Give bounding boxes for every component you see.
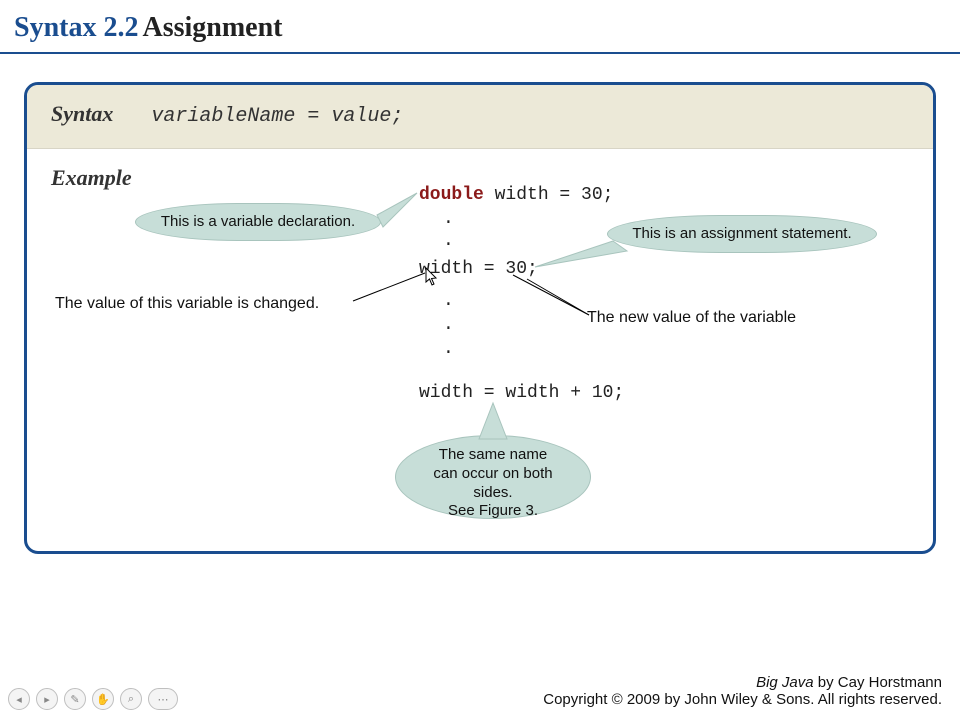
title-main: Assignment bbox=[142, 12, 282, 43]
callout-both-sides-l2: can occur on both sides. bbox=[433, 465, 552, 501]
code-dot-3: . bbox=[443, 291, 454, 311]
example-body: Example double width = 30; . . width = 3… bbox=[27, 149, 933, 554]
callout-both-sides-l3: See Figure 3. bbox=[448, 502, 538, 519]
hand-icon: ✋ bbox=[96, 693, 110, 706]
keyword-double: double bbox=[419, 185, 484, 205]
zoom-button[interactable]: ⌕ bbox=[120, 688, 142, 710]
footer-book-title: Big Java bbox=[756, 674, 814, 691]
footer-author: by Cay Horstmann bbox=[814, 674, 942, 691]
callout-both-sides: The same name can occur on both sides. S… bbox=[395, 435, 591, 519]
syntax-card: Syntax variableName = value; Example dou… bbox=[24, 82, 936, 554]
pen-icon: ✎ bbox=[70, 693, 79, 706]
zoom-icon: ⌕ bbox=[128, 693, 134, 706]
note-new-value: The new value of the variable bbox=[587, 309, 796, 327]
nav-controls: ◂ ▸ ✎ ✋ ⌕ ⋯ bbox=[8, 688, 178, 710]
hand-button[interactable]: ✋ bbox=[92, 688, 114, 710]
next-button[interactable]: ▸ bbox=[36, 688, 58, 710]
code-dot-5: . bbox=[443, 339, 454, 359]
code-line-1: double width = 30; bbox=[419, 185, 613, 205]
code-line-2: width = 30; bbox=[419, 259, 538, 279]
syntax-expression: variableName = value; bbox=[151, 105, 403, 128]
title-rule bbox=[0, 52, 960, 54]
more-icon: ⋯ bbox=[158, 693, 169, 706]
code-dot-1: . bbox=[443, 209, 454, 229]
syntax-header: Syntax variableName = value; bbox=[27, 85, 933, 149]
note-value-changed: The value of this variable is changed. bbox=[55, 295, 319, 313]
page-title-bar: Syntax 2.2 Assignment bbox=[0, 0, 960, 52]
footer: Big Java by Cay Horstmann Copyright © 20… bbox=[543, 674, 942, 708]
syntax-label: Syntax bbox=[51, 101, 113, 126]
next-icon: ▸ bbox=[44, 693, 50, 706]
code-dot-4: . bbox=[443, 315, 454, 335]
prev-icon: ◂ bbox=[16, 693, 22, 706]
callout-declaration: This is a variable declaration. bbox=[135, 203, 381, 241]
more-button[interactable]: ⋯ bbox=[148, 688, 178, 710]
code-line-3: width = width + 10; bbox=[419, 383, 624, 403]
pen-button[interactable]: ✎ bbox=[64, 688, 86, 710]
callout-both-sides-l1: The same name bbox=[439, 446, 547, 463]
code-dot-2: . bbox=[443, 231, 454, 251]
callout-assignment: This is an assignment statement. bbox=[607, 215, 877, 253]
footer-book-line: Big Java by Cay Horstmann bbox=[543, 674, 942, 691]
title-prefix: Syntax 2.2 bbox=[14, 12, 138, 43]
prev-button[interactable]: ◂ bbox=[8, 688, 30, 710]
footer-copyright: Copyright © 2009 by John Wiley & Sons. A… bbox=[543, 691, 942, 708]
code-line-1-rest: width = 30; bbox=[484, 185, 614, 205]
